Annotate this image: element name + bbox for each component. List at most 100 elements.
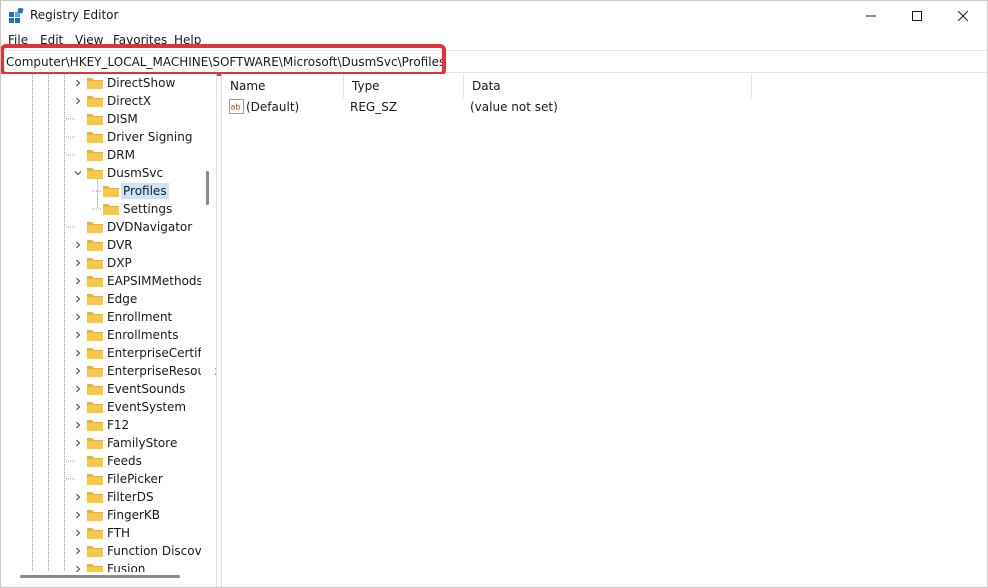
- tree-item-label: FilterDS: [107, 490, 154, 504]
- menu-edit[interactable]: Edit: [40, 33, 63, 47]
- maximize-button[interactable]: [894, 0, 940, 32]
- folder-icon: [87, 438, 103, 449]
- value-row[interactable]: ab (Default) REG_SZ (value not set): [222, 98, 988, 116]
- menu-help[interactable]: Help: [174, 33, 201, 47]
- folder-icon: [87, 456, 103, 467]
- menu-view[interactable]: View: [75, 33, 103, 47]
- minimize-icon: [866, 15, 876, 17]
- string-value-icon: ab: [229, 99, 244, 114]
- tree-item-label: DISM: [107, 112, 138, 126]
- chevron-right-icon[interactable]: [73, 240, 83, 250]
- chevron-right-icon[interactable]: [73, 258, 83, 268]
- tree-item-eapsimmethods[interactable]: EAPSIMMethods: [0, 272, 203, 290]
- folder-icon: [103, 204, 119, 215]
- tree-vertical-scrollbar[interactable]: [201, 74, 215, 574]
- tree-item-enterpriseresourc[interactable]: EnterpriseResourc: [0, 362, 216, 380]
- folder-icon: [87, 78, 103, 89]
- tree-item-filepicker[interactable]: FilePicker: [0, 470, 200, 488]
- chevron-right-icon[interactable]: [73, 438, 83, 448]
- folder-icon: [87, 150, 103, 161]
- chevron-right-icon[interactable]: [73, 528, 83, 538]
- tree-item-label: Function Discove: [107, 544, 210, 558]
- tree-item-enrollments[interactable]: Enrollments: [0, 326, 200, 344]
- tree-item-label: EventSystem: [107, 400, 187, 414]
- folder-icon: [103, 186, 119, 197]
- tree-item-label: FTH: [107, 526, 131, 540]
- minimize-button[interactable]: [848, 0, 894, 32]
- tree-vertical-scroll-thumb[interactable]: [206, 171, 209, 205]
- tree-item-label: Driver Signing: [107, 130, 193, 144]
- tree-item-label: DRM: [107, 148, 135, 162]
- tree-item-directshow[interactable]: DirectShow: [0, 74, 200, 92]
- tree-connector-line: [66, 478, 76, 480]
- chevron-right-icon[interactable]: [73, 366, 83, 376]
- registry-editor-icon: [9, 8, 24, 23]
- tree-item-driver-signing[interactable]: Driver Signing: [0, 128, 200, 146]
- tree-horizontal-scrollbar[interactable]: [0, 572, 216, 588]
- svg-text:ab: ab: [231, 103, 241, 112]
- tree-item-f12[interactable]: F12: [0, 416, 200, 434]
- tree-item-fingerkb[interactable]: FingerKB: [0, 506, 200, 524]
- tree-item-label: EnterpriseCertific: [107, 346, 212, 360]
- chevron-right-icon[interactable]: [73, 384, 83, 394]
- tree-item-dvr[interactable]: DVR: [0, 236, 200, 254]
- tree-item-dusmsvc[interactable]: DusmSvc: [0, 164, 200, 182]
- chevron-right-icon[interactable]: [73, 312, 83, 322]
- chevron-right-icon[interactable]: [73, 492, 83, 502]
- chevron-right-icon[interactable]: [73, 402, 83, 412]
- tree-item-label: FamilyStore: [107, 436, 178, 450]
- tree-item-dxp[interactable]: DXP: [0, 254, 200, 272]
- chevron-right-icon[interactable]: [73, 510, 83, 520]
- column-header-type[interactable]: Type: [344, 74, 464, 98]
- chevron-right-icon[interactable]: [73, 294, 83, 304]
- tree-item-settings[interactable]: Settings: [0, 200, 200, 218]
- chevron-right-icon[interactable]: [73, 78, 83, 88]
- tree-horizontal-scroll-thumb[interactable]: [20, 575, 180, 578]
- folder-icon: [87, 510, 103, 521]
- tree-item-directx[interactable]: DirectX: [0, 92, 200, 110]
- tree-item-enterprisecertific[interactable]: EnterpriseCertific: [0, 344, 212, 362]
- chevron-right-icon[interactable]: [73, 96, 83, 106]
- chevron-right-icon[interactable]: [73, 330, 83, 340]
- column-header-data[interactable]: Data: [464, 74, 752, 98]
- chevron-right-icon[interactable]: [73, 420, 83, 430]
- tree-pane[interactable]: DirectShow DirectX DISM Driver Signing DRM Du…: [0, 74, 217, 588]
- menu-favorites[interactable]: Favorites: [113, 33, 167, 47]
- tree-item-dvdnavigator[interactable]: DVDNavigator: [0, 218, 200, 236]
- tree-item-label: Profiles: [121, 183, 169, 199]
- chevron-right-icon[interactable]: [73, 348, 83, 358]
- menu-file[interactable]: File: [8, 33, 28, 47]
- tree-item-eventsystem[interactable]: EventSystem: [0, 398, 200, 416]
- tree-item-fth[interactable]: FTH: [0, 524, 200, 542]
- tree-item-label: DirectShow: [107, 76, 176, 90]
- tree-item-label: EventSounds: [107, 382, 186, 396]
- tree-item-profiles[interactable]: Profiles: [0, 182, 200, 200]
- close-button[interactable]: [940, 0, 986, 32]
- tree-item-feeds[interactable]: Feeds: [0, 452, 200, 470]
- tree-item-function-discove[interactable]: Function Discove: [0, 542, 209, 560]
- chevron-right-icon[interactable]: [73, 546, 83, 556]
- tree-item-filterds[interactable]: FilterDS: [0, 488, 200, 506]
- tree-item-dism[interactable]: DISM: [0, 110, 200, 128]
- tree-item-eventsounds[interactable]: EventSounds: [0, 380, 200, 398]
- folder-icon: [87, 366, 103, 377]
- folder-icon: [87, 312, 103, 323]
- tree-item-label: DVR: [107, 238, 133, 252]
- column-header-name[interactable]: Name: [222, 74, 344, 98]
- chevron-down-icon[interactable]: [73, 168, 83, 178]
- tree-item-label: Enrollments: [107, 328, 179, 342]
- folder-icon: [87, 474, 103, 485]
- tree-item-label: FingerKB: [107, 508, 161, 522]
- tree-connector-line: [66, 154, 76, 156]
- tree-item-enrollment[interactable]: Enrollment: [0, 308, 200, 326]
- folder-icon: [87, 420, 103, 431]
- tree-item-drm[interactable]: DRM: [0, 146, 200, 164]
- tree-item-familystore[interactable]: FamilyStore: [0, 434, 200, 452]
- address-bar[interactable]: Computer\HKEY_LOCAL_MACHINE\SOFTWARE\Mic…: [0, 50, 988, 73]
- chevron-right-icon[interactable]: [73, 276, 83, 286]
- values-pane[interactable]: Name Type Data ab (Default) REG_SZ (valu…: [221, 74, 988, 588]
- tree-connector-line: [92, 208, 102, 210]
- address-path[interactable]: Computer\HKEY_LOCAL_MACHINE\SOFTWARE\Mic…: [6, 55, 445, 69]
- tree-item-edge[interactable]: Edge: [0, 290, 200, 308]
- tree-connector-line: [66, 460, 76, 462]
